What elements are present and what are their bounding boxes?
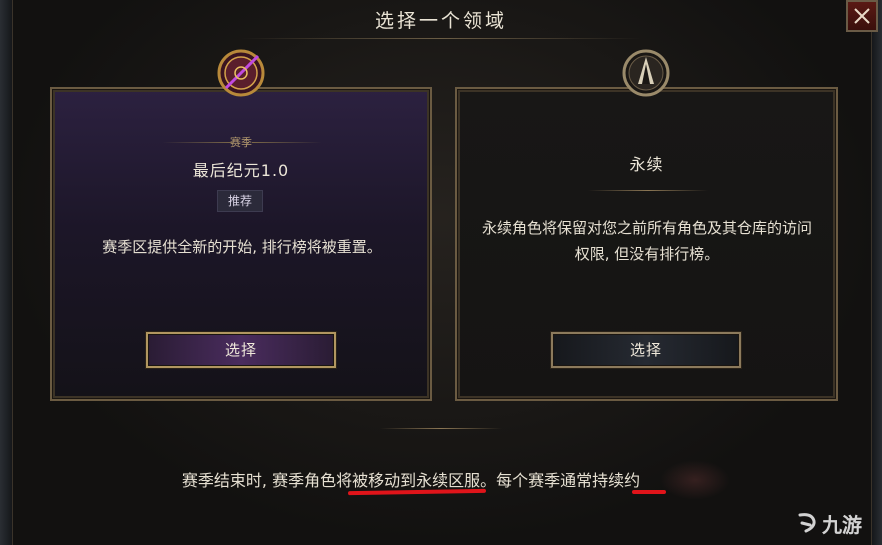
right-edge-panel bbox=[872, 0, 882, 545]
select-season-button[interactable]: 选择 bbox=[146, 332, 336, 368]
footer-text-part3: 。每个赛季通常持续约 bbox=[480, 471, 641, 490]
recommended-badge: 推荐 bbox=[217, 190, 263, 212]
footer-text-part2: 移动到永续区服 bbox=[368, 471, 481, 490]
footer-notice: 赛季结束时, 赛季角色将被移动到永续区服。每个赛季通常持续约 bbox=[0, 467, 882, 491]
jiuyou-logo-icon bbox=[798, 513, 816, 533]
left-edge-panel bbox=[0, 0, 12, 545]
footer-divider bbox=[380, 428, 502, 429]
realm-description: 永续角色将保留对您之前所有角色及其仓库的访问权限, 但没有排行榜。 bbox=[481, 219, 812, 263]
blurred-text-region bbox=[660, 460, 730, 500]
footer-text-part1: 赛季结束时, 赛季角色将被 bbox=[181, 471, 369, 490]
season-emblem-icon bbox=[217, 49, 265, 97]
season-realm-card[interactable]: 赛季 最后纪元1.0 推荐 赛季区提供全新的开始, 排行榜将被重置。 选择 bbox=[50, 87, 432, 401]
eternal-realm-card[interactable]: 永续 永续角色将保留对您之前所有角色及其仓库的访问权限, 但没有排行榜。 选择 bbox=[455, 87, 838, 401]
realm-name: 永续 bbox=[629, 155, 664, 174]
realm-description: 赛季区提供全新的开始, 排行榜将被重置。 bbox=[102, 238, 382, 256]
watermark-text: 九游 bbox=[822, 512, 862, 537]
tag-divider-right bbox=[252, 142, 322, 143]
realm-name: 最后纪元1.0 bbox=[192, 161, 290, 180]
close-button[interactable] bbox=[846, 0, 878, 32]
realm-tag: 赛季 bbox=[230, 136, 252, 149]
dialog-title: 选择一个领域 bbox=[374, 10, 507, 32]
watermark: 九游 bbox=[796, 508, 862, 538]
title-divider bbox=[240, 38, 642, 39]
close-icon bbox=[854, 8, 870, 24]
select-eternal-button[interactable]: 选择 bbox=[551, 332, 741, 368]
title-divider bbox=[588, 190, 708, 191]
eternal-emblem-icon bbox=[622, 49, 670, 97]
